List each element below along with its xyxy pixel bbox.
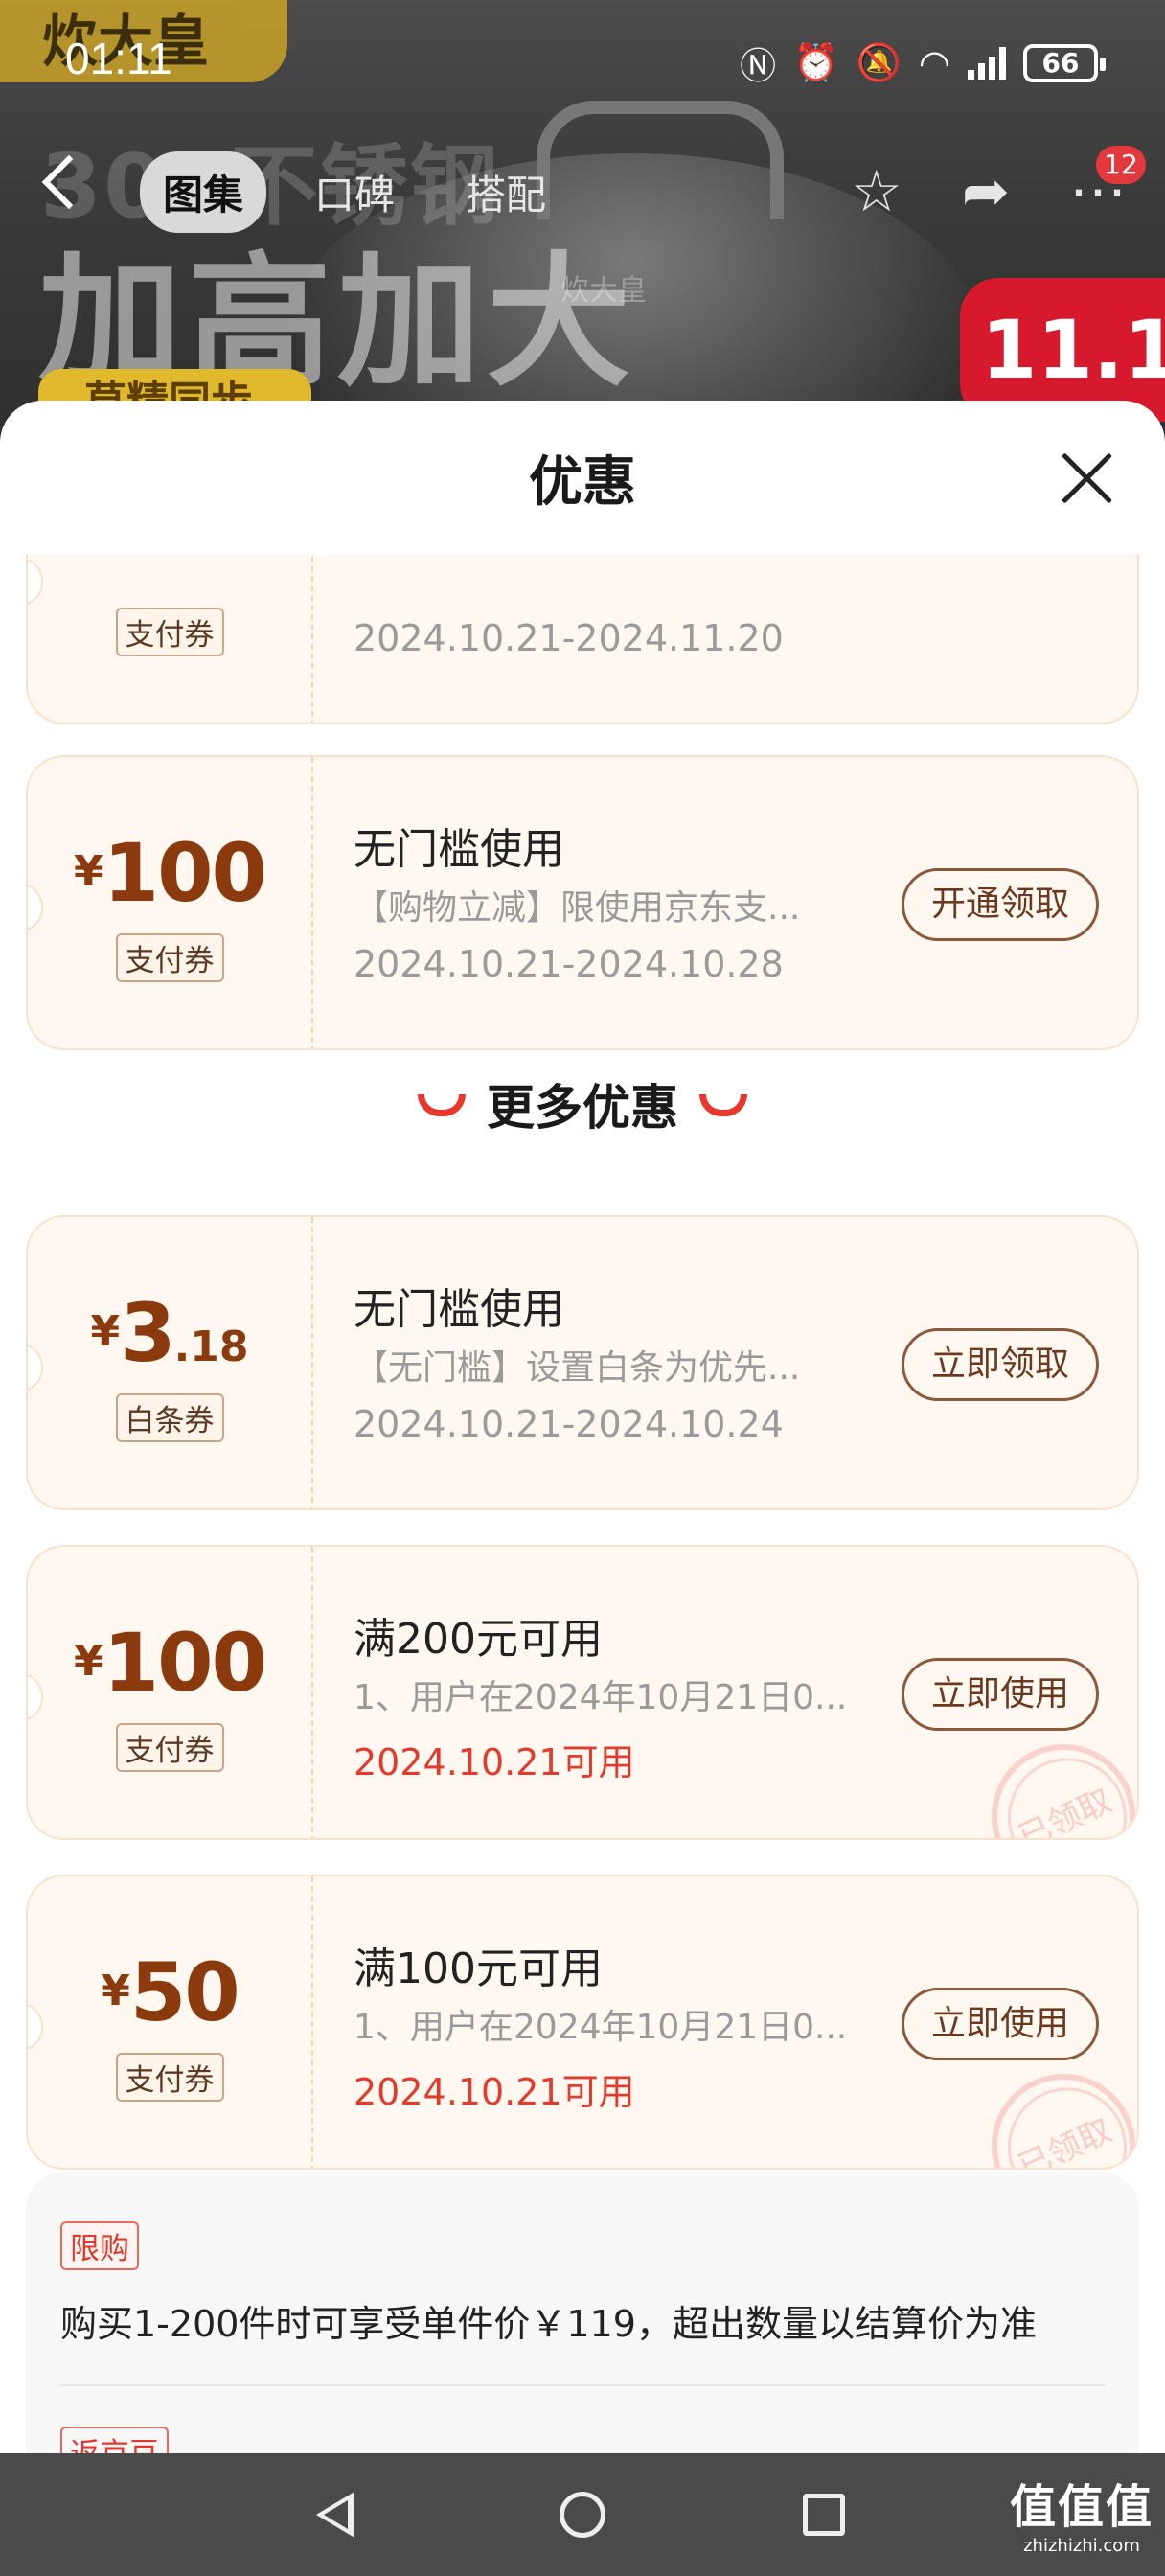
message-count-badge: 12: [1096, 146, 1146, 184]
coupon-title: 满100元可用: [354, 1944, 603, 1993]
coupon-card: 支付券 2024.10.21-2024.11.20: [26, 554, 1139, 724]
wifi-icon: ◠: [918, 41, 950, 84]
system-nav-bar: [0, 2453, 1165, 2576]
coupon-date: 2024.10.21-2024.10.24: [354, 1403, 784, 1445]
coupon-desc: 【购物立减】限使用京东支...: [354, 888, 801, 928]
coupon-desc: 1、用户在2024年10月21日0...: [354, 2008, 848, 2047]
coupon-amount: ¥100: [74, 1616, 267, 1710]
coupon-type: 支付券: [28, 933, 311, 982]
tab-reviews[interactable]: 口碑: [291, 151, 418, 233]
share-icon[interactable]: ➦: [962, 158, 1010, 225]
coupon-card: ¥3.18 白条券 无门槛使用 【无门槛】设置白条为优先... 2024.10.…: [26, 1215, 1139, 1510]
status-time: 01:11: [65, 34, 172, 83]
coupon-amount: ¥100: [74, 826, 267, 920]
close-icon[interactable]: [1058, 448, 1115, 506]
favorite-star-icon[interactable]: ☆: [851, 158, 902, 225]
system-home-icon[interactable]: [560, 2492, 605, 2538]
divider: [60, 2384, 1105, 2386]
coupon-card: ¥100 支付券 无门槛使用 【购物立减】限使用京东支... 2024.10.2…: [26, 755, 1139, 1050]
signal-icon: [968, 46, 1006, 80]
smile-right-icon: [699, 1094, 747, 1116]
system-recents-icon[interactable]: [803, 2494, 845, 2536]
coupon-type: 支付券: [28, 1723, 311, 1772]
jd-bean-tag: 返京豆: [60, 2426, 169, 2453]
claimed-stamp: 已领取: [968, 1720, 1137, 1838]
status-bar: 01:11 Ⓝ ⏰ 🔕 ◠ 66: [0, 25, 1165, 92]
coupon-list[interactable]: 支付券 2024.10.21-2024.11.20 ¥100 支付券 无门槛使用…: [0, 554, 1165, 2453]
coupon-type: 支付券: [28, 2053, 311, 2102]
nav-actions: ☆ ➦ ⋯: [851, 158, 1127, 225]
limit-tag: 限购: [60, 2221, 139, 2270]
mute-icon: 🔕: [856, 41, 902, 83]
sheet-title: 优惠: [529, 451, 636, 514]
activate-claim-button[interactable]: 开通领取: [902, 868, 1099, 941]
claimed-stamp: 已领取: [968, 2050, 1137, 2168]
discount-sheet: 优惠 支付券 2024.10.21-2024.11.20 ¥100 支付券 无门…: [0, 401, 1165, 2453]
smile-left-icon: [418, 1094, 466, 1116]
nfc-icon: Ⓝ: [740, 45, 777, 87]
more-offers-heading: 更多优惠: [0, 1070, 1165, 1138]
tab-pairings[interactable]: 搭配: [443, 151, 569, 233]
coupon-desc: 1、用户在2024年10月21日0...: [354, 1678, 848, 1717]
status-icons: Ⓝ ⏰ 🔕 ◠ 66: [740, 36, 1106, 89]
purchase-limit-card: 限购 购买1-200件时可享受单件价￥119，超出数量以结算价为准 返京豆: [26, 2172, 1139, 2453]
coupon-date: 2024.10.21-2024.10.28: [354, 943, 784, 985]
coupon-date: 2024.10.21可用: [354, 1741, 635, 1783]
coupon-card: ¥100 支付券 满200元可用 1、用户在2024年10月21日0... 20…: [26, 1545, 1139, 1840]
coupon-type: 白条券: [28, 1393, 311, 1442]
claim-now-button[interactable]: 立即领取: [902, 1328, 1099, 1401]
coupon-title: 无门槛使用: [354, 1285, 564, 1334]
coupon-title: 无门槛使用: [354, 825, 564, 874]
tab-gallery[interactable]: 图集: [140, 150, 267, 233]
battery-icon: 66: [1023, 43, 1106, 82]
use-now-button[interactable]: 立即使用: [902, 1988, 1099, 2060]
coupon-amount: ¥50: [101, 1945, 240, 2039]
watermark: 值值值 zhizhizhi.com: [1009, 2480, 1154, 2556]
coupon-date: 2024.10.21可用: [354, 2071, 635, 2113]
system-back-icon[interactable]: [316, 2492, 354, 2538]
coupon-title: 满200元可用: [354, 1615, 603, 1664]
nav-tabs: 图集 口碑 搭配: [140, 150, 569, 233]
coupon-date: 2024.10.21-2024.11.20: [354, 617, 784, 659]
coupon-type: 支付券: [28, 608, 311, 656]
pot-handle: [537, 101, 784, 219]
coupon-desc: 【无门槛】设置白条为优先...: [354, 1348, 801, 1388]
alarm-icon: ⏰: [793, 41, 839, 83]
coupon-card: ¥50 支付券 满100元可用 1、用户在2024年10月21日0... 202…: [26, 1874, 1139, 2170]
use-now-button[interactable]: 立即使用: [902, 1658, 1099, 1731]
coupon-amount: ¥3.18: [90, 1286, 249, 1380]
limit-text: 购买1-200件时可享受单件价￥119，超出数量以结算价为准: [60, 2303, 1037, 2345]
